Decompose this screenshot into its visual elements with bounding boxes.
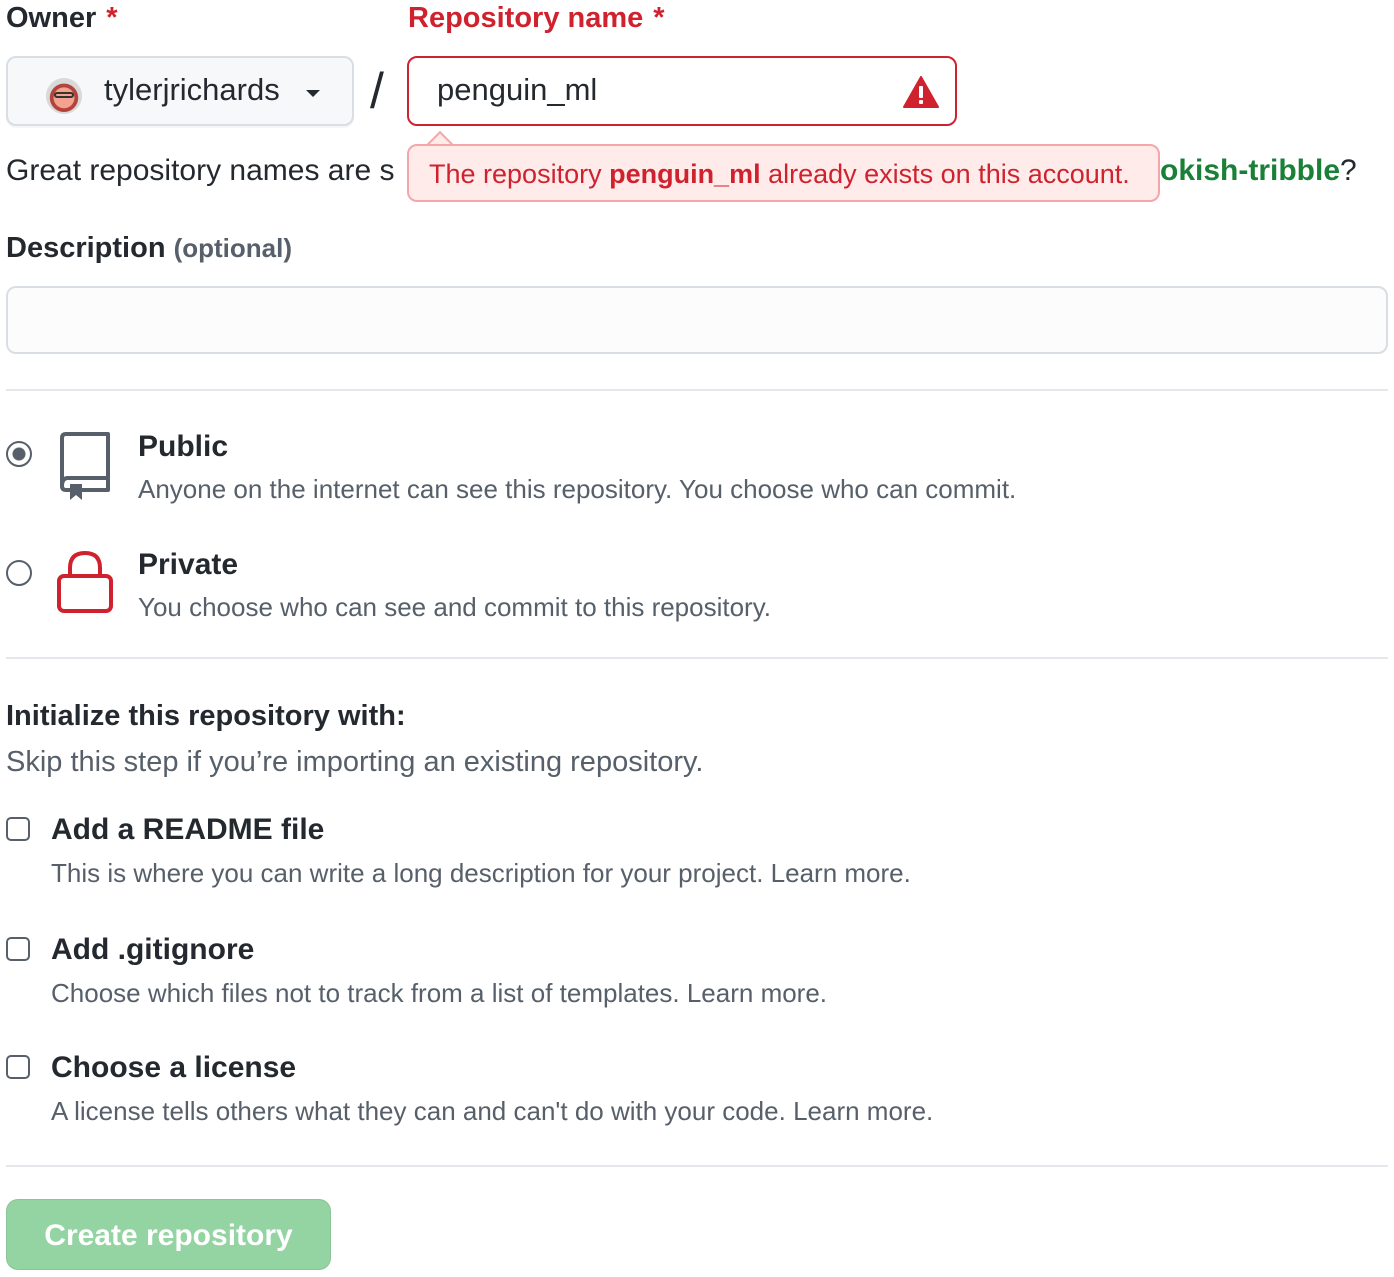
initialize-heading: Initialize this repository with: xyxy=(6,700,406,732)
license-title: Choose a license xyxy=(51,1051,297,1084)
public-description: Anyone on the internet can see this repo… xyxy=(138,474,1017,504)
create-repository-button[interactable]: Create repository xyxy=(6,1199,331,1270)
repository-name-label-text: Repository name xyxy=(408,2,644,34)
license-description-text: A license tells others what they can and… xyxy=(51,1096,786,1126)
readme-description: This is where you can write a long descr… xyxy=(51,858,911,889)
user-avatar-icon xyxy=(46,78,82,114)
gitignore-checkbox[interactable] xyxy=(6,937,30,961)
repository-name-hint-end: okish-tribble? xyxy=(1160,154,1357,188)
readme-learn-more-link[interactable]: Learn more. xyxy=(771,858,911,888)
description-label: Description (optional) xyxy=(6,232,292,265)
public-title: Public xyxy=(138,430,229,463)
repository-name-hint: Great repository names are s xyxy=(6,154,395,187)
hint-end-text: ? xyxy=(1340,154,1357,187)
tooltip-text-suffix: already exists on this account. xyxy=(760,159,1130,189)
owner-select-value: tylerjrichards xyxy=(104,72,280,107)
owner-label-text: Owner xyxy=(6,2,97,34)
repository-name-error-tooltip: The repository penguin_ml already exists… xyxy=(407,144,1160,202)
lock-icon xyxy=(57,550,113,613)
owner-required-mark: * xyxy=(106,2,118,34)
private-title: Private xyxy=(138,548,239,581)
repository-name-label: Repository name * xyxy=(408,2,665,35)
private-description: You choose who can see and commit to thi… xyxy=(138,592,772,622)
license-description: A license tells others what they can and… xyxy=(51,1096,933,1127)
owner-repo-separator: / xyxy=(370,63,384,119)
gitignore-title: Add .gitignore xyxy=(51,933,255,966)
description-input[interactable] xyxy=(6,286,1388,354)
private-radio[interactable] xyxy=(6,560,32,586)
suggested-name-link[interactable]: okish-tribble xyxy=(1160,154,1340,187)
repository-name-input[interactable]: penguin_ml xyxy=(407,56,957,126)
repo-icon xyxy=(60,432,110,500)
public-radio[interactable] xyxy=(6,441,32,467)
divider xyxy=(6,1165,1388,1167)
tooltip-text-prefix: The repository xyxy=(429,159,610,189)
gitignore-description: Choose which files not to track from a l… xyxy=(51,978,827,1009)
repository-name-input-value: penguin_ml xyxy=(437,72,598,107)
license-checkbox[interactable] xyxy=(6,1055,30,1079)
initialize-subheading: Skip this step if you’re importing an ex… xyxy=(6,746,704,778)
readme-checkbox[interactable] xyxy=(6,817,30,841)
license-learn-more-link[interactable]: Learn more. xyxy=(793,1096,933,1126)
divider xyxy=(6,657,1388,659)
chevron-down-icon xyxy=(306,90,320,97)
alert-icon xyxy=(903,76,939,108)
description-label-text: Description xyxy=(6,232,166,264)
gitignore-learn-more-link[interactable]: Learn more. xyxy=(687,978,827,1008)
readme-description-text: This is where you can write a long descr… xyxy=(51,858,764,888)
tooltip-repo-name: penguin_ml xyxy=(609,159,761,189)
owner-select[interactable]: tylerjrichards xyxy=(6,56,354,126)
description-optional-note: (optional) xyxy=(173,233,293,263)
readme-title: Add a README file xyxy=(51,813,325,846)
gitignore-description-text: Choose which files not to track from a l… xyxy=(51,978,680,1008)
owner-label: Owner * xyxy=(6,2,118,35)
repository-name-required-mark: * xyxy=(653,2,665,34)
divider xyxy=(6,389,1388,391)
